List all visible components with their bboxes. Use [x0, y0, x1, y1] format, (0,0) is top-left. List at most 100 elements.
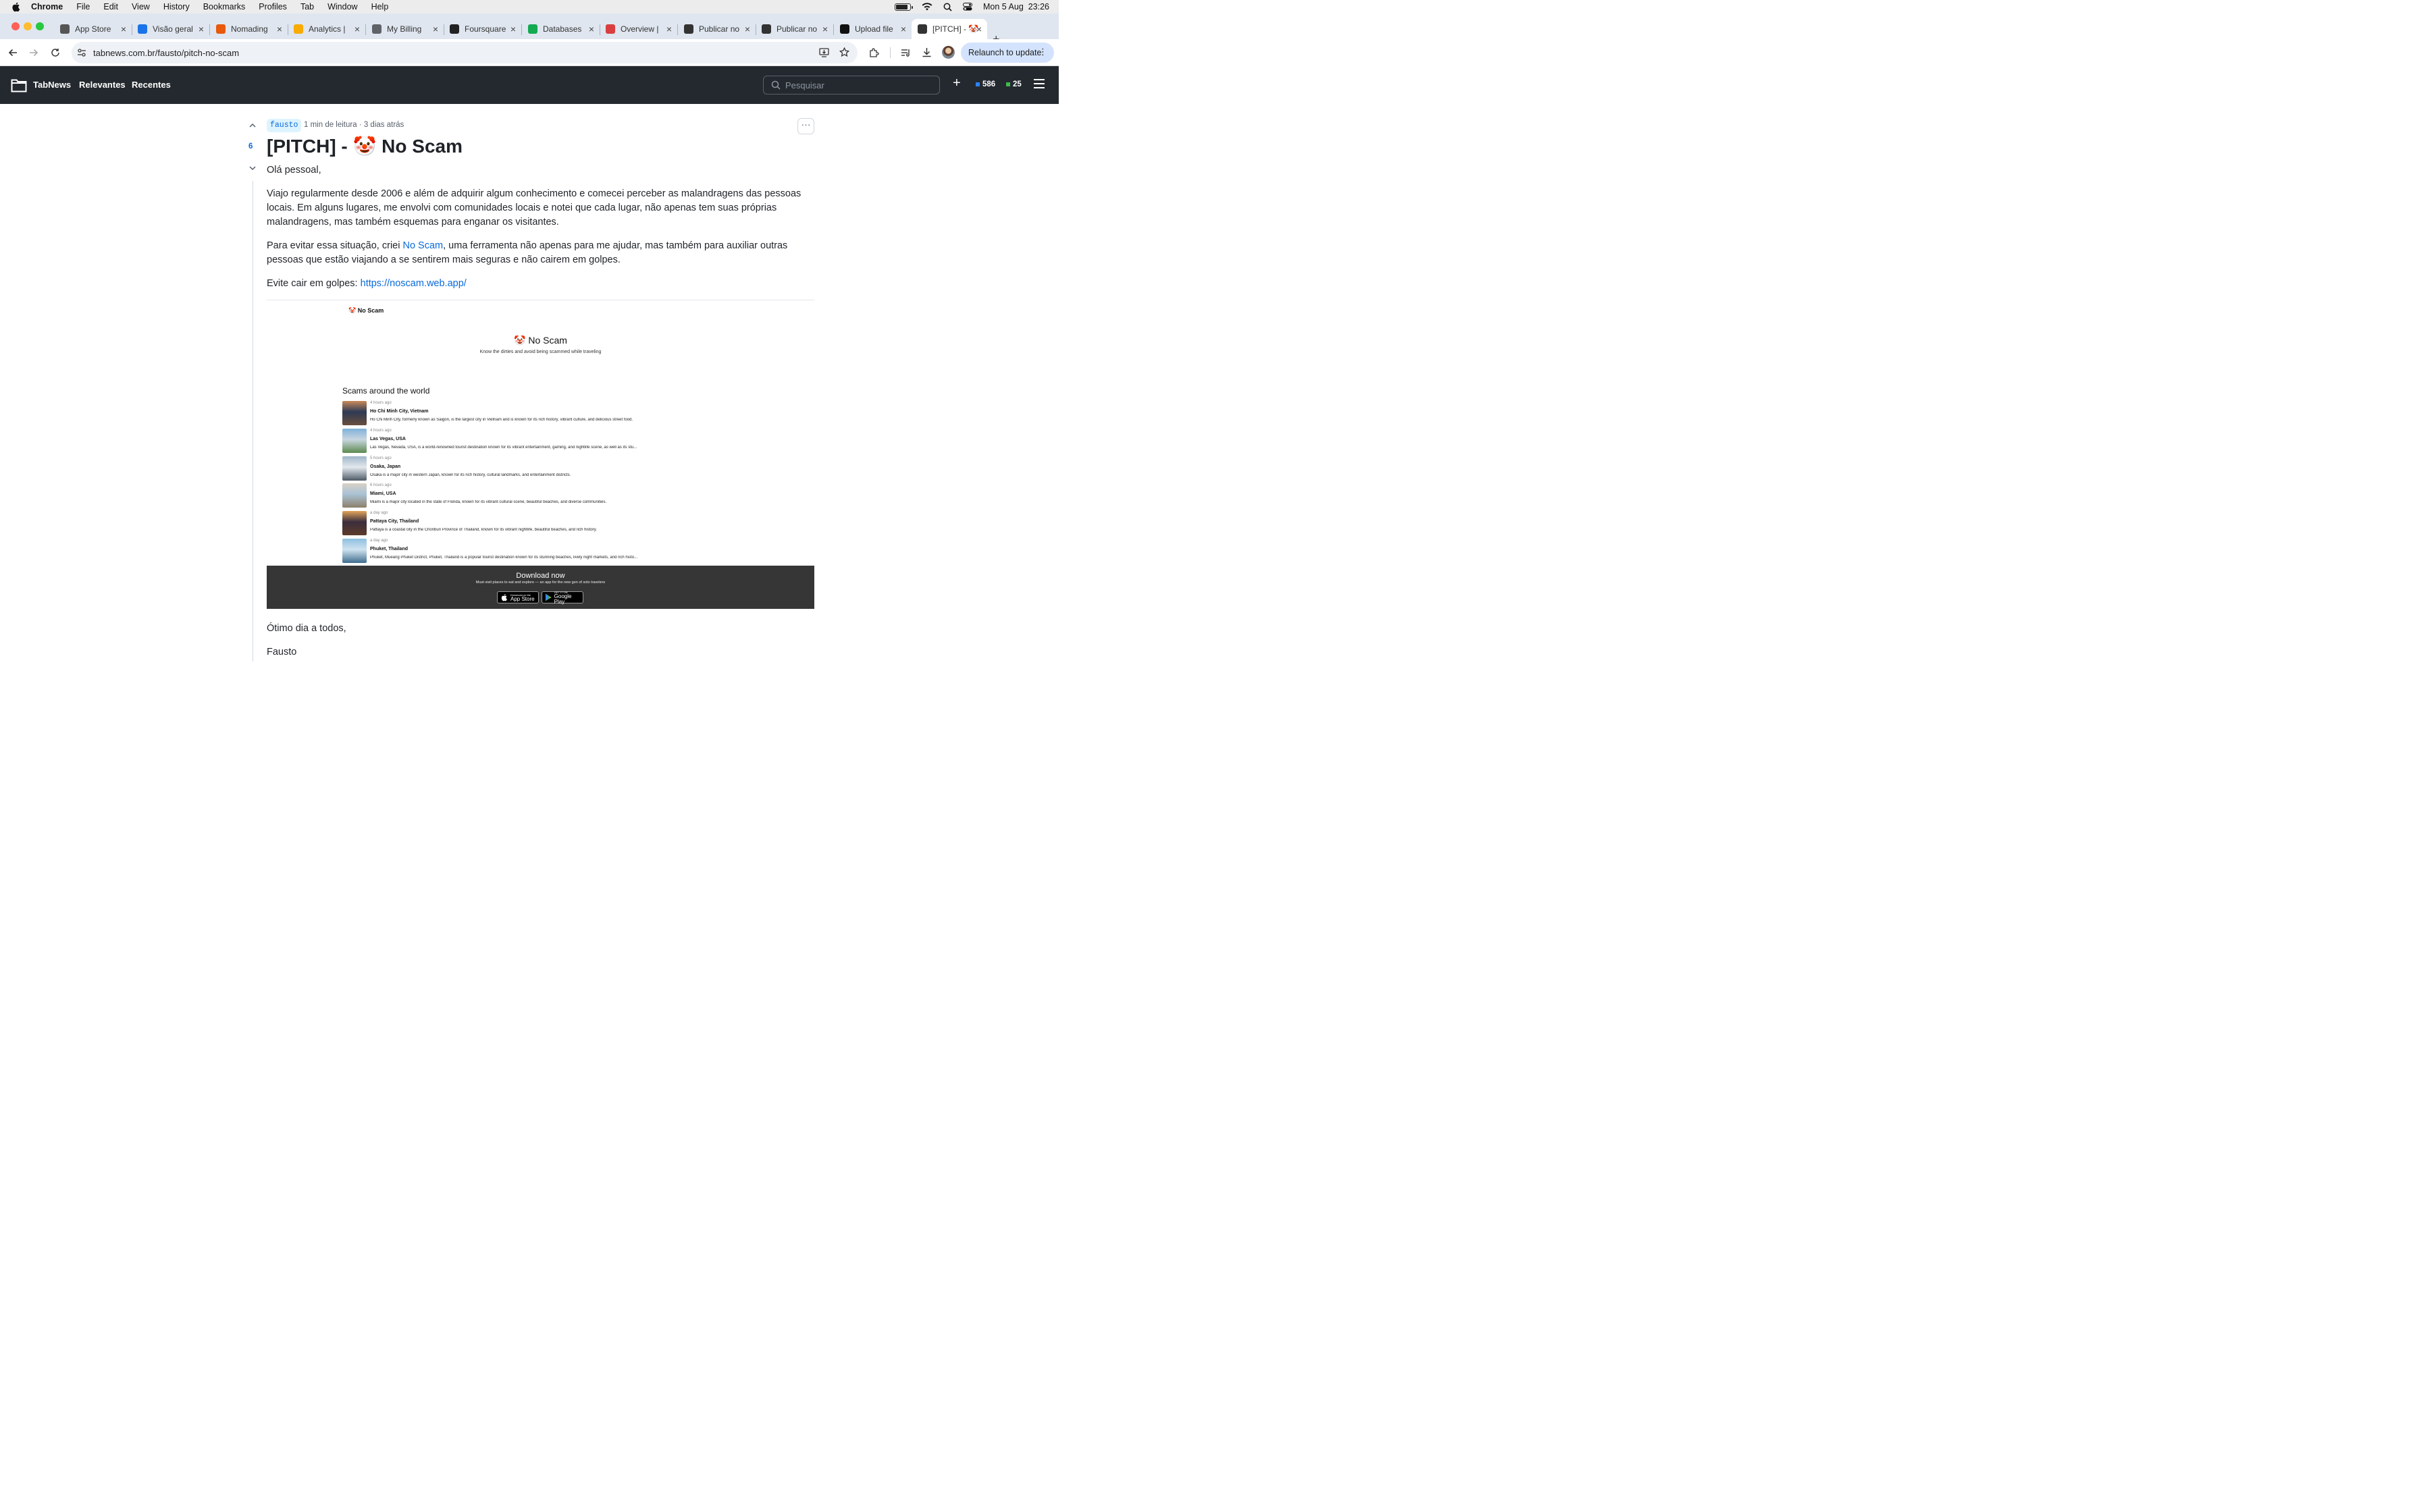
wifi-icon[interactable]: [922, 3, 932, 11]
site-settings-icon[interactable]: [77, 48, 86, 57]
close-tab-icon[interactable]: ×: [901, 24, 906, 34]
menu-view[interactable]: View: [132, 2, 150, 11]
browser-tab[interactable]: My Billing ×: [366, 19, 444, 39]
bookmark-star-icon[interactable]: [839, 47, 849, 57]
menu-bookmarks[interactable]: Bookmarks: [203, 2, 246, 11]
toolbar-divider: [890, 47, 891, 58]
scam-city: Pattaya City, Thailand: [370, 519, 419, 524]
battery-icon[interactable]: [895, 3, 913, 11]
more-vertical-icon: ⋮: [1038, 47, 1047, 57]
menu-tab[interactable]: Tab: [300, 2, 314, 11]
close-tab-icon[interactable]: ×: [589, 24, 594, 34]
browser-tab[interactable]: Databases ×: [522, 19, 600, 39]
author-badge[interactable]: fausto: [267, 119, 302, 132]
browser-tab[interactable]: Overview | ×: [600, 19, 678, 39]
profile-avatar[interactable]: [942, 46, 955, 59]
city-thumbnail: [342, 428, 367, 453]
embedded-app-screenshot: 🤡 No Scam 🤡 No Scam Know the dirties and…: [267, 301, 814, 609]
menubar-clock[interactable]: Mon 5 Aug 23:26: [983, 2, 1049, 11]
city-thumbnail: [342, 539, 367, 563]
relaunch-to-update-button[interactable]: Relaunch to update ⋮: [961, 43, 1054, 63]
menu-profiles[interactable]: Profiles: [259, 2, 287, 11]
upvote-button[interactable]: [248, 122, 257, 130]
foursquare-icon: [450, 24, 459, 34]
app-store-badge: Download on the App Store: [497, 591, 539, 603]
embed-hero-title: 🤡 No Scam: [514, 335, 567, 346]
menu-edit[interactable]: Edit: [103, 2, 118, 11]
apple-menu-icon[interactable]: [11, 1, 22, 12]
close-tab-icon[interactable]: ×: [976, 24, 982, 34]
browser-tab[interactable]: Foursquare ×: [444, 19, 522, 39]
address-bar[interactable]: tabnews.com.br/fausto/pitch-no-scam: [72, 42, 858, 63]
back-button[interactable]: [5, 45, 20, 60]
tabcash-value: 25: [1013, 80, 1022, 88]
menu-help[interactable]: Help: [371, 2, 389, 11]
close-tab-icon[interactable]: ×: [199, 24, 204, 34]
close-tab-icon[interactable]: ×: [822, 24, 828, 34]
downvote-button[interactable]: [248, 164, 257, 172]
browser-tab[interactable]: Publicar no ×: [756, 19, 834, 39]
search-input[interactable]: [763, 76, 940, 94]
tabcash-counter[interactable]: 25: [1006, 80, 1022, 88]
close-tab-icon[interactable]: ×: [433, 24, 438, 34]
noscam-url-link[interactable]: https://noscam.web.app/: [361, 278, 467, 289]
menu-file[interactable]: File: [76, 2, 90, 11]
extensions-puzzle-icon[interactable]: [869, 48, 879, 58]
close-tab-icon[interactable]: ×: [277, 24, 282, 34]
scam-description: Osaka is a major city in western Japan, …: [370, 473, 571, 477]
install-app-icon[interactable]: [819, 48, 829, 57]
new-post-plus-button[interactable]: +: [953, 76, 961, 91]
close-tab-icon[interactable]: ×: [745, 24, 750, 34]
browser-tab[interactable]: App Store ×: [54, 19, 132, 39]
browser-tab-title: Upload file: [855, 24, 893, 34]
close-tab-icon[interactable]: ×: [354, 24, 360, 34]
browser-tab-title: Overview |: [621, 24, 659, 34]
menu-app-name[interactable]: Chrome: [31, 2, 63, 11]
relaunch-label: Relaunch to update: [968, 48, 1042, 57]
close-tab-icon[interactable]: ×: [510, 24, 516, 34]
spotlight-search-icon[interactable]: [943, 3, 952, 11]
embed-section-title: Scams around the world: [342, 386, 430, 396]
tabnews-folder-logo-icon[interactable]: [11, 78, 27, 92]
scam-description: Miami is a major city located in the sta…: [370, 500, 607, 505]
close-tab-icon[interactable]: ×: [666, 24, 672, 34]
menu-history[interactable]: History: [163, 2, 190, 11]
close-tab-icon[interactable]: ×: [121, 24, 126, 34]
site-brand-link[interactable]: TabNews: [33, 80, 71, 90]
reload-button[interactable]: [48, 45, 63, 60]
download-title: Download now: [516, 572, 565, 580]
noscam-link[interactable]: No Scam: [402, 240, 443, 251]
forward-button[interactable]: [26, 45, 41, 60]
browser-tab-title: My Billing: [387, 24, 422, 34]
post-signature: Fausto: [267, 647, 297, 657]
menu-hamburger-icon[interactable]: [1034, 79, 1045, 88]
github-icon: [840, 24, 849, 34]
browser-tab[interactable]: Nomading ×: [210, 19, 288, 39]
tabcoins-counter[interactable]: 586: [976, 80, 995, 88]
folder-icon: [762, 24, 771, 34]
window-minimize-button[interactable]: [24, 22, 32, 30]
scam-time: a day ago: [370, 511, 388, 516]
window-zoom-button[interactable]: [36, 22, 44, 30]
scam-description: Pattaya is a coastal city in the Chonbur…: [370, 528, 597, 533]
post-options-button[interactable]: ···: [797, 118, 814, 134]
scam-city: Phuket, Thailand: [370, 547, 409, 551]
control-center-icon[interactable]: [963, 3, 972, 11]
scam-description: Phuket, Mueang Phuket District, Phuket, …: [370, 556, 638, 560]
post-paragraph-3: Evite cair em golpes: https://noscam.web…: [267, 278, 467, 289]
nav-recentes-link[interactable]: Recentes: [132, 80, 171, 90]
scam-time: a day ago: [370, 539, 388, 543]
download-subtitle: Must-visit places to eat and explore — a…: [475, 580, 606, 585]
browser-tab[interactable]: Publicar no ×: [678, 19, 756, 39]
nav-relevantes-link[interactable]: Relevantes: [79, 80, 126, 90]
browser-tab[interactable]: Visão geral ×: [132, 19, 210, 39]
browser-tab[interactable]: Upload file ×: [834, 19, 912, 39]
url-text[interactable]: tabnews.com.br/fausto/pitch-no-scam: [93, 48, 239, 58]
window-close-button[interactable]: [11, 22, 20, 30]
media-controls-icon[interactable]: [901, 48, 911, 57]
browser-tab[interactable]: [PITCH] - 🤡 ×: [912, 19, 987, 39]
browser-tab[interactable]: Analytics | ×: [288, 19, 366, 39]
downloads-icon[interactable]: [922, 47, 932, 57]
scam-list-item: a day ago Phuket, Thailand Phuket, Mueang …: [342, 539, 666, 564]
menu-window[interactable]: Window: [327, 2, 357, 11]
